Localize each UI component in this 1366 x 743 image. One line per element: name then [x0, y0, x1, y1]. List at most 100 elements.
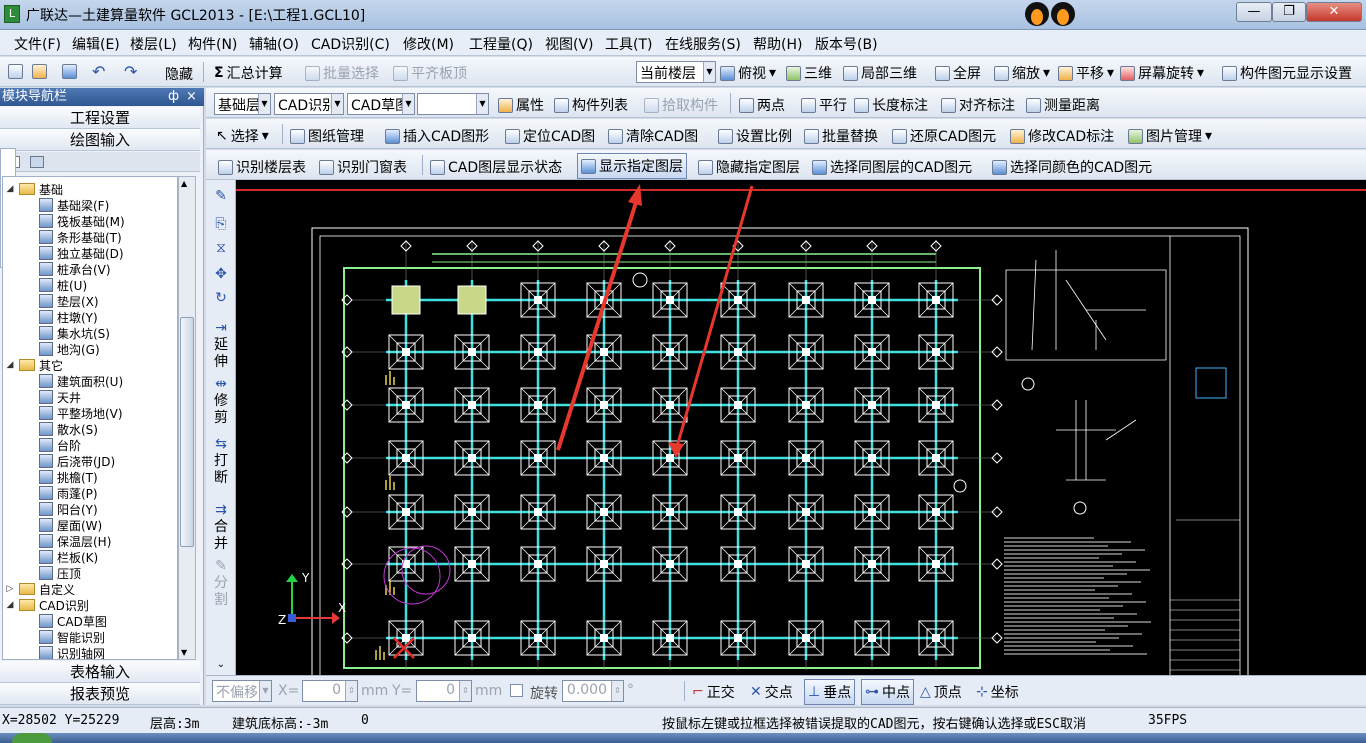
menu-aux-axis[interactable]: 辅轴(O): [247, 34, 301, 54]
merge-button[interactable]: ⇉ 合并: [210, 502, 232, 553]
menu-file[interactable]: 文件(F): [12, 34, 63, 54]
pick-component-button[interactable]: 拾取构件: [644, 95, 718, 115]
mirror-icon[interactable]: ⧖: [210, 240, 232, 257]
cad-drawing[interactable]: Y X Z: [236, 180, 1366, 675]
y-offset-input[interactable]: 0 ⇕: [416, 680, 472, 702]
menu-help[interactable]: 帮助(H): [751, 34, 804, 54]
extend-button[interactable]: ⇥ 延伸: [210, 320, 232, 371]
maximize-button[interactable]: ❐: [1272, 2, 1306, 22]
measure-distance-button[interactable]: 测量距离: [1026, 95, 1100, 115]
tree-item[interactable]: 智能识别: [39, 629, 105, 645]
current-floor-combo[interactable]: 当前楼层 ▼: [636, 61, 716, 83]
rotate-checkbox[interactable]: [510, 684, 523, 697]
component-type-combo[interactable]: CAD草图 ▼: [347, 93, 415, 115]
close-button[interactable]: ✕: [1306, 2, 1362, 22]
vertex-toggle[interactable]: △ 顶点: [920, 682, 962, 702]
component-list-button[interactable]: 构件列表: [554, 95, 628, 115]
tree-item[interactable]: 阳台(Y): [39, 501, 98, 517]
pen-icon[interactable]: ✎: [210, 188, 232, 205]
tree-item[interactable]: 屋面(W): [39, 517, 102, 533]
tree-item[interactable]: 栏板(K): [39, 549, 98, 565]
3d-view-button[interactable]: 三维: [786, 63, 832, 83]
tree-item[interactable]: 基础梁(F): [39, 197, 109, 213]
expand-toggle-icon[interactable]: ◢: [5, 184, 15, 194]
image-manager-button[interactable]: 图片管理 ▾: [1128, 126, 1212, 146]
tree-item[interactable]: 柱墩(Y): [39, 309, 98, 325]
floor-type-combo[interactable]: 基础层 ▼: [214, 93, 271, 115]
menu-online-service[interactable]: 在线服务(S): [663, 34, 743, 54]
copy-icon[interactable]: ⎘: [210, 216, 232, 233]
top-view-button[interactable]: 俯视 ▾: [720, 63, 776, 83]
tree-item[interactable]: 挑檐(T): [39, 469, 98, 485]
length-dim-button[interactable]: 长度标注: [854, 95, 928, 115]
modify-cad-dim-button[interactable]: 修改CAD标注: [1010, 126, 1114, 146]
tree-item[interactable]: 桩承台(V): [39, 261, 111, 277]
menu-component[interactable]: 构件(N): [186, 34, 239, 54]
hide-button[interactable]: 隐藏: [165, 64, 193, 84]
scroll-up-icon[interactable]: ▲: [181, 179, 187, 188]
display-settings-button[interactable]: 构件图元显示设置: [1222, 63, 1352, 83]
offset-combo[interactable]: 不偏移 ▼: [212, 680, 272, 702]
pan-button[interactable]: 平移 ▾: [1058, 63, 1114, 83]
sum-calc-button[interactable]: Σ 汇总计算: [214, 63, 283, 83]
layer-status-button[interactable]: CAD图层显示状态: [430, 157, 562, 177]
minimize-button[interactable]: —: [1236, 2, 1272, 22]
start-orb-icon[interactable]: [12, 733, 52, 743]
flush-slab-button[interactable]: 平齐板顶: [393, 63, 467, 83]
tree-folder[interactable]: ▷ 自定义: [5, 581, 75, 597]
scroll-down-icon[interactable]: ▼: [181, 648, 187, 657]
align-dim-button[interactable]: 对齐标注: [941, 95, 1015, 115]
save-icon[interactable]: [62, 64, 77, 79]
module-combo[interactable]: CAD识别 ▼: [274, 93, 344, 115]
locate-cad-button[interactable]: 定位CAD图: [505, 126, 595, 146]
show-layer-button[interactable]: 显示指定图层: [577, 153, 687, 179]
intersection-toggle[interactable]: ✕ 交点: [750, 682, 793, 702]
tree-folder[interactable]: ◢ 其它: [5, 357, 63, 373]
collapse-icon[interactable]: [30, 156, 44, 168]
tree-item[interactable]: 垫层(X): [39, 293, 99, 309]
move-icon[interactable]: ✥: [210, 266, 232, 283]
expand-more-icon[interactable]: ⌄: [210, 656, 232, 673]
tree-item[interactable]: 条形基础(T): [39, 229, 122, 245]
split-button[interactable]: ✎ 分割: [210, 558, 232, 609]
parallel-button[interactable]: 平行: [801, 95, 847, 115]
undo-icon[interactable]: ↶: [92, 62, 105, 81]
tree-item[interactable]: CAD草图: [39, 613, 107, 629]
two-points-button[interactable]: 两点: [739, 95, 785, 115]
select-button[interactable]: ↖ 选择 ▾: [216, 126, 269, 146]
tree-item[interactable]: 压顶: [39, 565, 81, 581]
component-name-combo[interactable]: ▼: [417, 93, 489, 115]
new-file-icon[interactable]: [8, 64, 23, 79]
nav-project-settings[interactable]: 工程设置: [0, 107, 200, 129]
rotate-angle-input[interactable]: 0.000 ⇕: [562, 680, 624, 702]
expand-toggle-icon[interactable]: ◢: [5, 360, 15, 370]
tree-scrollbar[interactable]: ▲ ▼: [178, 176, 196, 660]
tree-item[interactable]: 后浇带(JD): [39, 453, 115, 469]
insert-cad-button[interactable]: 插入CAD图形: [385, 126, 489, 146]
tree-item[interactable]: 台阶: [39, 437, 81, 453]
select-same-layer-button[interactable]: 选择同图层的CAD图元: [812, 157, 972, 177]
tree-item[interactable]: 识别轴网: [39, 645, 105, 659]
menu-edit[interactable]: 编辑(E): [70, 34, 122, 54]
midpoint-toggle[interactable]: ⊶ 中点: [861, 679, 914, 705]
properties-button[interactable]: 属性: [498, 95, 544, 115]
rotate-icon[interactable]: ↻: [210, 290, 232, 307]
menu-quantity[interactable]: 工程量(Q): [467, 34, 535, 54]
menu-tools[interactable]: 工具(T): [603, 34, 654, 54]
drawing-manager-button[interactable]: 图纸管理: [290, 126, 364, 146]
tree-item[interactable]: 保温层(H): [39, 533, 111, 549]
clear-cad-button[interactable]: 清除CAD图: [608, 126, 698, 146]
pin-icon[interactable]: ф: [168, 88, 179, 106]
batch-select-button[interactable]: 批量选择: [305, 63, 379, 83]
nav-table-input[interactable]: 表格输入: [0, 661, 200, 683]
perpendicular-toggle[interactable]: ⊥ 垂点: [804, 679, 856, 705]
menu-modify[interactable]: 修改(M): [401, 34, 456, 54]
menu-view[interactable]: 视图(V): [543, 34, 596, 54]
tree-item[interactable]: 天井: [39, 389, 81, 405]
x-offset-input[interactable]: 0 ⇕: [302, 680, 358, 702]
open-folder-icon[interactable]: [32, 64, 47, 79]
break-button[interactable]: ⇆ 打断: [210, 436, 232, 487]
scroll-thumb[interactable]: [180, 317, 194, 547]
trim-button[interactable]: ⇹ 修剪: [210, 376, 232, 427]
tree-folder[interactable]: ◢ CAD识别: [5, 597, 89, 613]
